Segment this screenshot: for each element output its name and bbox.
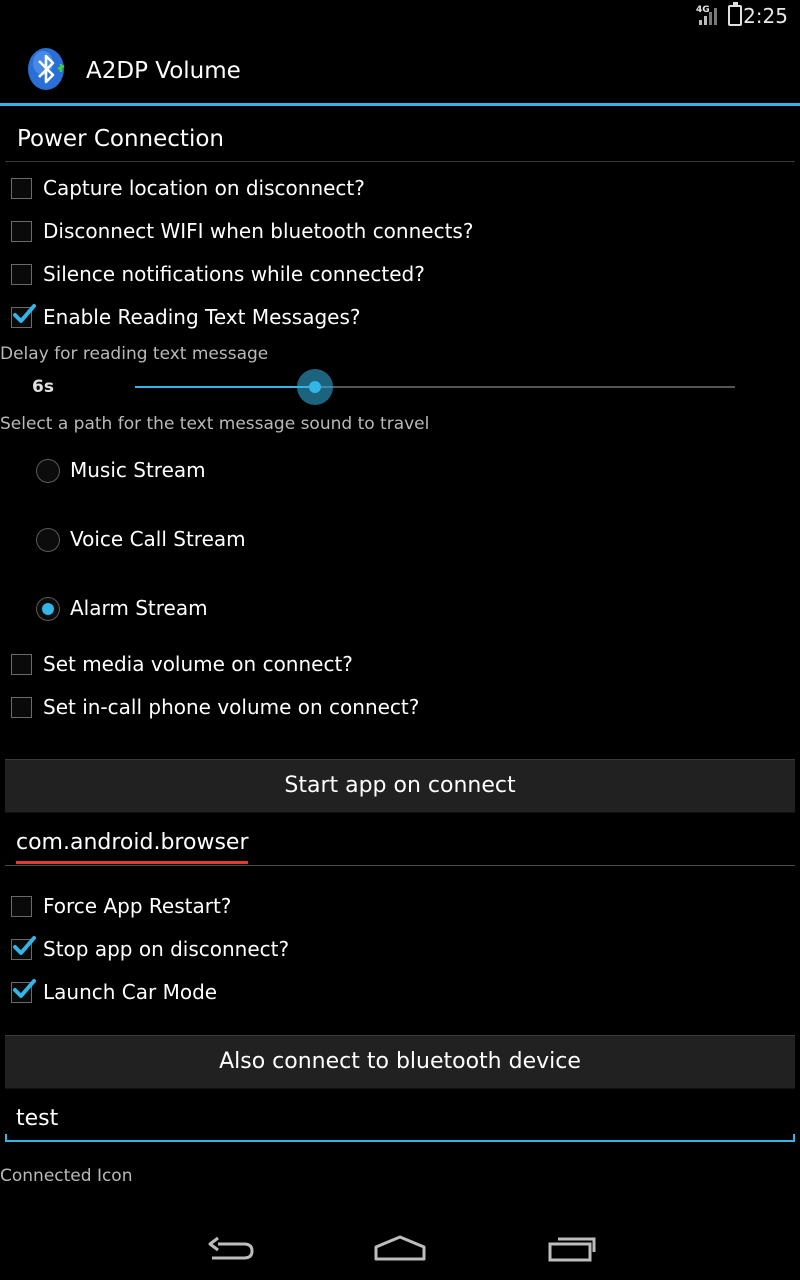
status-bar: 4G 2:25 <box>0 0 800 34</box>
stop-app-row[interactable]: Stop app on disconnect? <box>0 929 800 971</box>
home-icon[interactable] <box>370 1230 430 1270</box>
music-stream-row[interactable]: Music Stream <box>0 443 800 499</box>
delay-value: 6s <box>32 377 54 397</box>
connected-icon-label: Connected Icon <box>0 1166 133 1186</box>
set-media-volume-checkbox[interactable] <box>11 654 32 675</box>
silence-notifications-row[interactable]: Silence notifications while connected? <box>0 254 800 296</box>
start-app-button[interactable]: Start app on connect <box>5 759 795 813</box>
capture-location-row[interactable]: Capture location on disconnect? <box>0 168 800 210</box>
silence-notifications-label: Silence notifications while connected? <box>43 262 425 286</box>
disconnect-wifi-checkbox[interactable] <box>11 221 32 242</box>
bluetooth-device-underline <box>5 1134 795 1142</box>
spellcheck-underline <box>16 861 248 864</box>
car-mode-checkbox[interactable] <box>11 979 36 1003</box>
back-icon[interactable] <box>200 1230 260 1270</box>
battery-icon <box>728 2 742 26</box>
app-package-field[interactable]: com.android.browser <box>5 814 795 866</box>
connect-bluetooth-device-button[interactable]: Also connect to bluetooth device <box>5 1035 795 1089</box>
checkmark-icon <box>13 936 36 955</box>
music-stream-radio[interactable] <box>36 459 60 483</box>
stop-app-label: Stop app on disconnect? <box>43 937 290 961</box>
delay-slider-thumb[interactable] <box>297 369 333 405</box>
enable-reading-label: Enable Reading Text Messages? <box>43 305 361 329</box>
car-mode-row[interactable]: Launch Car Mode <box>0 972 800 1014</box>
app-package-underline <box>5 865 795 866</box>
music-stream-label: Music Stream <box>70 458 206 482</box>
force-restart-row[interactable]: Force App Restart? <box>0 886 800 928</box>
category-title: Power Connection <box>17 126 224 152</box>
action-bar: A2DP Volume <box>0 34 800 106</box>
bluetooth-icon[interactable] <box>27 47 67 91</box>
voice-call-stream-radio[interactable] <box>36 528 60 552</box>
checkmark-icon <box>13 304 36 323</box>
navigation-bar <box>0 1220 800 1280</box>
capture-location-label: Capture location on disconnect? <box>43 176 365 200</box>
signal-icon: 4G <box>696 5 718 26</box>
app-package-value: com.android.browser <box>16 830 249 855</box>
silence-notifications-checkbox[interactable] <box>11 264 32 285</box>
set-media-volume-row[interactable]: Set media volume on connect? <box>0 644 800 686</box>
recent-apps-icon[interactable] <box>542 1230 602 1270</box>
app-title: A2DP Volume <box>86 58 241 84</box>
status-time: 2:25 <box>743 4 788 28</box>
alarm-stream-label: Alarm Stream <box>70 596 208 620</box>
category-power-connection: Power Connection <box>5 106 795 162</box>
enable-reading-checkbox[interactable] <box>11 304 36 328</box>
path-label: Select a path for the text message sound… <box>0 414 430 434</box>
delay-slider-fill <box>135 386 315 388</box>
voice-call-stream-label: Voice Call Stream <box>70 527 246 551</box>
voice-call-stream-row[interactable]: Voice Call Stream <box>0 512 800 568</box>
enable-reading-row[interactable]: Enable Reading Text Messages? <box>0 297 800 339</box>
set-media-volume-label: Set media volume on connect? <box>43 652 353 676</box>
disconnect-wifi-row[interactable]: Disconnect WIFI when bluetooth connects? <box>0 211 800 253</box>
force-restart-label: Force App Restart? <box>43 894 232 918</box>
set-incall-volume-checkbox[interactable] <box>11 697 32 718</box>
stop-app-checkbox[interactable] <box>11 936 36 960</box>
delay-label: Delay for reading text message <box>0 344 269 364</box>
bluetooth-device-field[interactable]: test <box>5 1090 795 1142</box>
checkmark-icon <box>13 979 36 998</box>
car-mode-label: Launch Car Mode <box>43 980 218 1004</box>
disconnect-wifi-label: Disconnect WIFI when bluetooth connects? <box>43 219 474 243</box>
set-incall-volume-row[interactable]: Set in-call phone volume on connect? <box>0 687 800 729</box>
delay-slider[interactable] <box>135 369 735 405</box>
bluetooth-device-value: test <box>16 1106 59 1131</box>
set-incall-volume-label: Set in-call phone volume on connect? <box>43 695 420 719</box>
alarm-stream-row[interactable]: Alarm Stream <box>0 581 800 637</box>
force-restart-checkbox[interactable] <box>11 896 32 917</box>
capture-location-checkbox[interactable] <box>11 178 32 199</box>
alarm-stream-radio[interactable] <box>36 597 60 621</box>
